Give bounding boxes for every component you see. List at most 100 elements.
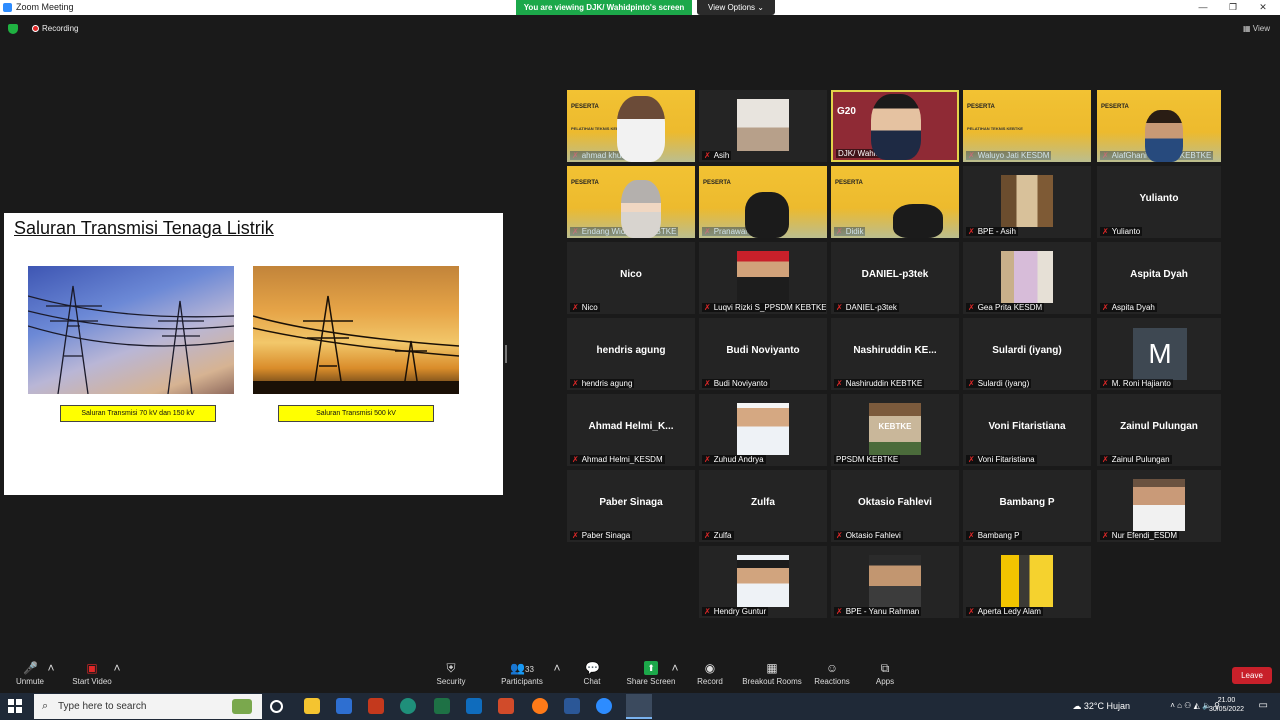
audio-options-caret[interactable]: ˄ bbox=[42, 655, 60, 693]
muted-mic-icon: ✗ bbox=[968, 455, 975, 464]
participant-tile[interactable]: DANIEL-p3tek ✗ DANIEL-p3tek bbox=[831, 242, 959, 314]
cortana-icon[interactable] bbox=[270, 700, 283, 713]
edge-icon[interactable] bbox=[400, 698, 416, 714]
participant-tile[interactable]: PESERTA ✗AlafGhani PPSDM KEBTKE bbox=[1097, 90, 1221, 162]
app-icon[interactable] bbox=[498, 698, 514, 714]
participant-tile[interactable]: ✗ BPE - Yanu Rahman bbox=[831, 546, 959, 618]
participant-tile[interactable]: Oktasio Fahlevi ✗ Oktasio Fahlevi bbox=[831, 470, 959, 542]
muted-mic-icon: ✗ bbox=[1102, 379, 1109, 388]
participant-tile[interactable]: Voni Fitaristiana ✗ Voni Fitaristiana bbox=[963, 394, 1091, 466]
participant-display-name: Aspita Dyah bbox=[1130, 269, 1188, 280]
participant-tile[interactable]: ✗ Gea Prita KESDM bbox=[963, 242, 1091, 314]
participant-tile[interactable]: Sulardi (iyang) ✗ Sulardi (iyang) bbox=[963, 318, 1091, 390]
slide-caption-500kv: Saluran Transmisi 500 kV bbox=[278, 405, 434, 422]
participant-tile[interactable]: PESERTA PELATIHAN TEKNIS KEBTKE ✗ ahmad k… bbox=[567, 90, 695, 162]
banner-peserta-text: PESERTA bbox=[967, 104, 995, 110]
zoom-taskbar-icon[interactable] bbox=[596, 698, 612, 714]
participant-tile[interactable]: ✗ Asih bbox=[699, 90, 827, 162]
muted-mic-icon: ✗ bbox=[968, 531, 975, 540]
participant-display-name: Bambang P bbox=[999, 497, 1055, 508]
participant-tile[interactable]: hendris agung ✗ hendris agung bbox=[567, 318, 695, 390]
participant-tile[interactable]: Zulfa ✗ Zulfa bbox=[699, 470, 827, 542]
security-button[interactable]: ⛨ Security bbox=[421, 655, 481, 693]
window-title: Zoom Meeting bbox=[16, 2, 74, 12]
word-icon[interactable] bbox=[564, 698, 580, 714]
participant-tile[interactable]: ✗ BPE - Asih bbox=[963, 166, 1091, 238]
muted-mic-icon: ✗ bbox=[572, 379, 579, 388]
participant-name-label: ✗ Aspita Dyah bbox=[1100, 303, 1157, 312]
muted-mic-icon: ✗ bbox=[572, 151, 579, 160]
smiley-icon: ☺ bbox=[825, 661, 839, 675]
participant-display-name: Zulfa bbox=[751, 497, 775, 508]
windows-start-icon[interactable] bbox=[8, 699, 22, 713]
muted-mic-icon: ✗ bbox=[572, 531, 579, 540]
participant-tile[interactable]: Budi Noviyanto ✗ Budi Noviyanto bbox=[699, 318, 827, 390]
video-options-caret[interactable]: ˄ bbox=[108, 655, 126, 693]
participant-tile[interactable]: Nico ✗ Nico bbox=[567, 242, 695, 314]
participant-tile[interactable]: PESERTA ✗ Pranawaningtyas bbox=[699, 166, 827, 238]
split-view-handle[interactable] bbox=[505, 345, 507, 363]
participant-tile[interactable]: ✗ Luqvi Rizki S_PPSDM KEBTKE bbox=[699, 242, 827, 314]
participant-tile[interactable]: ✗ Hendry Guntur bbox=[699, 546, 827, 618]
participant-tile[interactable]: Bambang P ✗ Bambang P bbox=[963, 470, 1091, 542]
close-button[interactable]: ✕ bbox=[1248, 0, 1278, 15]
participant-tile[interactable]: KEBTKE PPSDM KEBTKE bbox=[831, 394, 959, 466]
powerpoint-icon[interactable] bbox=[368, 698, 384, 714]
transmission-tower-photo bbox=[27, 266, 235, 395]
participant-tile[interactable]: Nashiruddin KE... ✗ Nashiruddin KEBTKE bbox=[831, 318, 959, 390]
participant-name-label: ✗ Paber Sinaga bbox=[570, 531, 633, 540]
muted-mic-icon: ✗ bbox=[704, 227, 711, 236]
participant-tile[interactable]: Ahmad Helmi_K... ✗ Ahmad Helmi_KESDM bbox=[567, 394, 695, 466]
participant-photo bbox=[1001, 555, 1053, 607]
windows-taskbar: ⌕ Type here to search ☁ 32°C Hujan ˄ ⌂ ⚇… bbox=[0, 693, 1280, 720]
participant-tile[interactable]: PESERTA ✗Endang Widayati-KEBTKE bbox=[567, 166, 695, 238]
participant-tile[interactable]: ✗ Aperta Ledy Alam bbox=[963, 546, 1091, 618]
excel-icon[interactable] bbox=[434, 698, 450, 714]
encryption-shield-icon[interactable] bbox=[8, 24, 18, 34]
participant-tile[interactable]: Paber Sinaga ✗ Paber Sinaga bbox=[567, 470, 695, 542]
participant-tile[interactable]: Aspita Dyah ✗ Aspita Dyah bbox=[1097, 242, 1221, 314]
caret-up-icon: ˄ bbox=[113, 661, 121, 675]
muted-mic-icon: ✗ bbox=[968, 607, 975, 616]
breakout-rooms-button[interactable]: ▦ Breakout Rooms bbox=[740, 655, 804, 693]
apps-icon: ⧉ bbox=[880, 661, 890, 675]
participant-tile[interactable]: ✗ Zuhud Andrya bbox=[699, 394, 827, 466]
outlook-icon[interactable] bbox=[466, 698, 482, 714]
participant-name-label: ✗ BPE - Yanu Rahman bbox=[834, 607, 922, 616]
participant-display-name: Budi Noviyanto bbox=[726, 345, 800, 356]
record-button[interactable]: ◉ Record bbox=[680, 655, 740, 693]
participants-button[interactable]: 👥33 Participants bbox=[492, 655, 552, 693]
minimize-button[interactable]: — bbox=[1188, 0, 1218, 15]
apps-button[interactable]: ⧉ Apps bbox=[855, 655, 915, 693]
active-speaker-tile[interactable]: G20 DJK/ Wahidpinto bbox=[831, 90, 959, 162]
muted-mic-icon: ✗ bbox=[836, 531, 843, 540]
notifications-icon[interactable]: ▭ bbox=[1259, 700, 1268, 711]
view-button[interactable]: ▦ View bbox=[1243, 24, 1270, 33]
reactions-label: Reactions bbox=[814, 677, 850, 686]
banner-peserta-text: PESERTA bbox=[835, 180, 863, 186]
view-options-button[interactable]: View Options ⌄ bbox=[697, 0, 775, 15]
firefox-icon[interactable] bbox=[532, 698, 548, 714]
participant-tile[interactable]: Yulianto ✗ Yulianto bbox=[1097, 166, 1221, 238]
zoom-meeting-taskbar-active-icon[interactable] bbox=[626, 694, 652, 719]
taskbar-clock[interactable]: 21.00 30/05/2022 bbox=[1209, 696, 1244, 714]
taskbar-search-box[interactable]: ⌕ Type here to search bbox=[34, 694, 262, 719]
leave-meeting-button[interactable]: Leave bbox=[1232, 667, 1272, 684]
participant-tile[interactable]: PESERTA ✗ Didik bbox=[831, 166, 959, 238]
apps-label: Apps bbox=[875, 677, 895, 686]
muted-mic-icon: ✗ bbox=[1102, 227, 1109, 236]
participant-tile[interactable]: Zainul Pulungan ✗ Zainul Pulungan bbox=[1097, 394, 1221, 466]
participant-tile[interactable]: PESERTA PELATIHAN TEKNIS KEBTKE ✗ Waluyo … bbox=[963, 90, 1091, 162]
participant-tile[interactable]: ✗ Nur Efendi_ESDM bbox=[1097, 470, 1221, 542]
slide-caption-70-150kv: Saluran Transmisi 70 kV dan 150 kV bbox=[60, 405, 216, 422]
restore-button[interactable]: ❐ bbox=[1218, 0, 1248, 15]
store-icon[interactable] bbox=[336, 698, 352, 714]
chat-button[interactable]: 💬 Chat bbox=[562, 655, 622, 693]
cloud-icon: ☁ bbox=[1072, 701, 1084, 711]
reactions-button[interactable]: ☺ Reactions bbox=[802, 655, 862, 693]
participant-tile[interactable]: M ✗ M. Roni Hajianto bbox=[1097, 318, 1221, 390]
participant-video bbox=[869, 555, 921, 607]
muted-mic-icon: ✗ bbox=[836, 303, 843, 312]
weather-widget[interactable]: ☁ 32°C Hujan bbox=[1072, 701, 1130, 712]
file-explorer-icon[interactable] bbox=[304, 698, 320, 714]
